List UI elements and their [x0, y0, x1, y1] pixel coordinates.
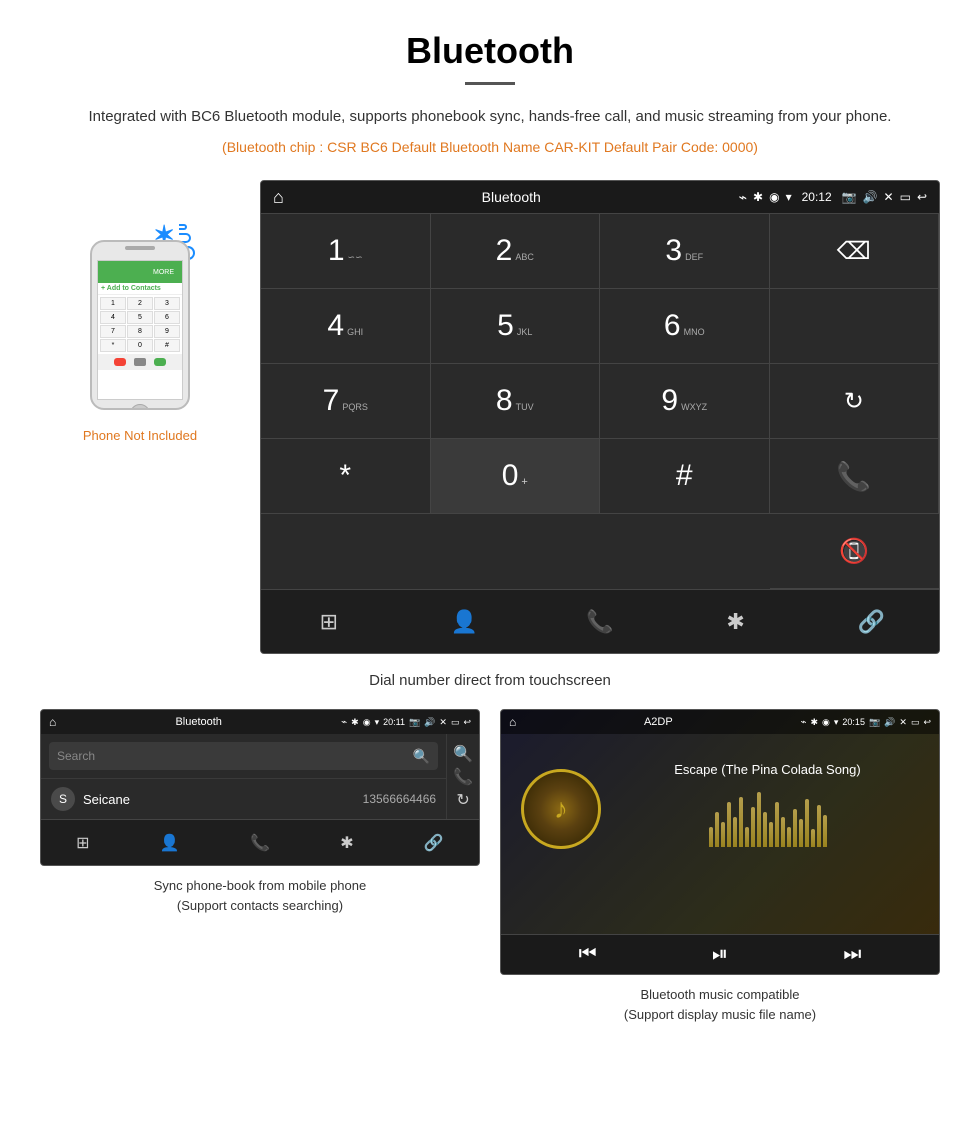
phonebook-wrap: ⌂ Bluetooth ⌁ ✱◉▾ 20:11 📷🔊✕▭↩ Search 🔍	[40, 709, 480, 1024]
dial-key-3[interactable]: 3DEF	[600, 214, 770, 289]
main-status-bar: ⌂ Bluetooth ⌁ ✱ ◉ ▾ 20:12 📷 🔊 ✕ ▭ ↩	[261, 181, 939, 213]
music-status-icons: ✱◉▾ 20:15 📷🔊✕▭↩	[810, 717, 931, 728]
dial-key-2[interactable]: 2ABC	[431, 214, 601, 289]
pb-search-icon[interactable]: 🔍	[453, 744, 473, 764]
music-wrap: ⌂ A2DP ⌁ ✱◉▾ 20:15 📷🔊✕▭↩ ♪ Escape (The	[500, 709, 940, 1024]
bottom-row: ⌂ Bluetooth ⌁ ✱◉▾ 20:11 📷🔊✕▭↩ Search 🔍	[0, 709, 980, 1044]
specs-text: (Bluetooth chip : CSR BC6 Default Blueto…	[0, 139, 980, 180]
dial-key-call-green[interactable]: 📞	[770, 439, 940, 514]
dial-key-refresh[interactable]: ↻	[770, 364, 940, 439]
next-button[interactable]: ⏭	[843, 943, 861, 966]
search-placeholder: Search	[57, 749, 95, 763]
pb-status-bar: ⌂ Bluetooth ⌁ ✱◉▾ 20:11 📷🔊✕▭↩	[41, 710, 479, 734]
dial-key-9[interactable]: 9WXYZ	[600, 364, 770, 439]
phonebook-search[interactable]: Search 🔍	[49, 742, 438, 770]
dial-key-backspace[interactable]: ⌫	[770, 214, 940, 289]
pb-phone-icon[interactable]: 📞	[250, 833, 270, 853]
pb-user-icon[interactable]: 👤	[160, 833, 180, 853]
bottom-bluetooth-icon[interactable]: ✱	[711, 597, 761, 647]
phonebook-screen: ⌂ Bluetooth ⌁ ✱◉▾ 20:11 📷🔊✕▭↩ Search 🔍	[40, 709, 480, 866]
play-pause-button[interactable]: ⏯	[712, 943, 728, 966]
bottom-phone-icon[interactable]: 📞	[575, 597, 625, 647]
phone-not-included: Phone Not Included	[83, 428, 197, 443]
phone-column: ✶ MORE + Add to Contacts	[40, 180, 240, 443]
dial-empty-1	[770, 289, 940, 364]
dialpad-grid: 1∽∽ 2ABC 3DEF ⌫ 4GHI 5JKL 6MNO	[261, 213, 939, 589]
music-album-art: ♪	[521, 769, 601, 849]
phone-image: ✶ MORE + Add to Contacts	[75, 220, 205, 420]
contact-avatar: S	[51, 787, 75, 811]
pb-bt-icon[interactable]: ✱	[340, 833, 353, 853]
main-section: ✶ MORE + Add to Contacts	[0, 180, 980, 654]
dial-key-6[interactable]: 6MNO	[600, 289, 770, 364]
title-divider	[465, 82, 515, 85]
description: Integrated with BC6 Bluetooth module, su…	[0, 105, 980, 139]
music-status-bar: ⌂ A2DP ⌁ ✱◉▾ 20:15 📷🔊✕▭↩	[501, 710, 939, 734]
dial-empty-3	[431, 514, 601, 589]
contact-name: Seicane	[83, 792, 355, 807]
main-bottom-bar: ⊞ 👤 📞 ✱ 🔗	[261, 589, 939, 653]
music-title: A2DP	[516, 716, 800, 728]
bottom-link-icon[interactable]: 🔗	[846, 597, 896, 647]
music-song-title: Escape (The Pina Colada Song)	[616, 762, 919, 777]
page-title: Bluetooth	[0, 0, 980, 82]
dial-key-4[interactable]: 4GHI	[261, 289, 431, 364]
dial-key-8[interactable]: 8TUV	[431, 364, 601, 439]
music-caption: Bluetooth music compatible(Support displ…	[624, 985, 816, 1024]
music-screen: ⌂ A2DP ⌁ ✱◉▾ 20:15 📷🔊✕▭↩ ♪ Escape (The	[500, 709, 940, 975]
main-android-screen: ⌂ Bluetooth ⌁ ✱ ◉ ▾ 20:12 📷 🔊 ✕ ▭ ↩ 1∽∽	[260, 180, 940, 654]
dial-key-1[interactable]: 1∽∽	[261, 214, 431, 289]
dial-key-hash[interactable]: #	[600, 439, 770, 514]
pb-link-icon[interactable]: 🔗	[424, 833, 444, 853]
phonebook-contact[interactable]: S Seicane 13566664466	[41, 778, 446, 819]
dial-empty-4	[600, 514, 770, 589]
pb-call-icon[interactable]: 📞	[453, 767, 473, 787]
dial-key-7[interactable]: 7PQRS	[261, 364, 431, 439]
dial-key-0[interactable]: 0+	[431, 439, 601, 514]
dial-key-5[interactable]: 5JKL	[431, 289, 601, 364]
pb-bottom-bar: ⊞ 👤 📞 ✱ 🔗	[41, 819, 479, 865]
dial-key-star[interactable]: *	[261, 439, 431, 514]
prev-button[interactable]: ⏮	[579, 943, 597, 966]
pb-grid-icon[interactable]: ⊞	[76, 833, 89, 853]
dial-key-call-red[interactable]: 📵	[770, 514, 940, 589]
home-button[interactable]: ⌂	[273, 187, 284, 208]
contact-number: 13566664466	[363, 792, 436, 806]
pb-title: Bluetooth	[56, 716, 341, 728]
phonebook-caption: Sync phone-book from mobile phone(Suppor…	[154, 876, 366, 915]
pb-sync-icon[interactable]: ↻	[456, 790, 469, 810]
dial-empty-2	[261, 514, 431, 589]
main-status-icons: ✱ ◉ ▾ 20:12 📷 🔊 ✕ ▭ ↩	[753, 190, 927, 204]
music-content: ♪ Escape (The Pina Colada Song)	[501, 734, 939, 934]
music-visualizer	[616, 787, 919, 847]
bottom-grid-icon[interactable]: ⊞	[304, 597, 354, 647]
main-screen-title: Bluetooth	[284, 189, 739, 205]
music-controls: ⏮ ⏯ ⏭	[501, 934, 939, 974]
search-icon: 🔍	[413, 748, 430, 765]
phone-screen: MORE + Add to Contacts 123 456 789 *0#	[97, 260, 183, 400]
main-caption: Dial number direct from touchscreen	[0, 664, 980, 709]
pb-status-icons: ✱◉▾ 20:11 📷🔊✕▭↩	[351, 717, 471, 728]
bottom-contacts-icon[interactable]: 👤	[439, 597, 489, 647]
phone-body: MORE + Add to Contacts 123 456 789 *0#	[90, 240, 190, 410]
